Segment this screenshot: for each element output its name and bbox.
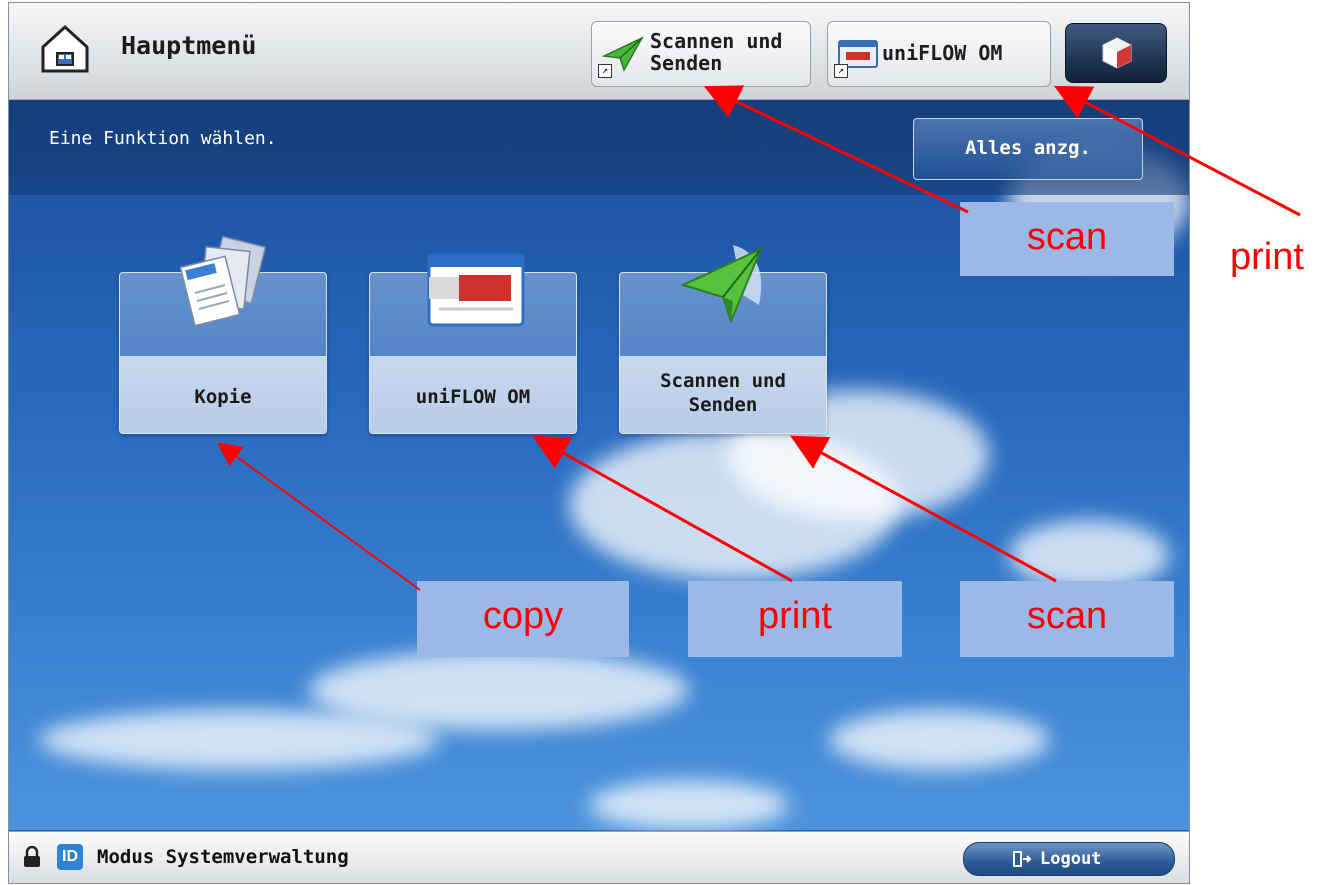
- show-all-label: Alles anzg.: [965, 137, 1091, 159]
- lock-icon: [24, 846, 40, 867]
- tile-uniflow-label: uniFLOW OM: [415, 386, 531, 408]
- annotation-scan-top-text: scan: [1026, 216, 1108, 258]
- cloud: [829, 710, 1049, 770]
- header-bar: Hauptmenü ↗ Scannen und Senden ↗ uniFLOW…: [9, 3, 1189, 100]
- show-all-button[interactable]: Alles anzg.: [913, 118, 1143, 180]
- annotation-copy: copy: [417, 581, 629, 657]
- tile-copy[interactable]: Kopie: [119, 235, 327, 434]
- settings-cube-icon: [1102, 37, 1132, 69]
- shortcut-uniflow-button[interactable]: ↗ uniFLOW OM: [827, 21, 1051, 87]
- cloud: [309, 650, 689, 730]
- page-title: Hauptmenü: [121, 31, 257, 60]
- cloud: [589, 780, 789, 830]
- annotation-scan-tile-text: scan: [1026, 595, 1108, 637]
- system-settings-button[interactable]: [1065, 23, 1167, 83]
- paper-plane-icon: [680, 245, 763, 324]
- cloud: [1009, 520, 1169, 590]
- shortcut-arrow-icon: ↗: [834, 64, 848, 78]
- logout-button[interactable]: Logout: [963, 842, 1175, 876]
- shortcut-scan-send-label: Scannen und Senden: [650, 29, 783, 75]
- uniflow-icon: [427, 253, 525, 327]
- annotation-scan-tile: scan: [960, 581, 1174, 657]
- home-icon[interactable]: [37, 21, 93, 77]
- copy-documents-icon: [179, 235, 267, 327]
- device-screen: Hauptmenü ↗ Scannen und Senden ↗ uniFLOW…: [8, 2, 1190, 884]
- logout-door-icon: [1013, 851, 1032, 867]
- mode-status-text: Modus Systemverwaltung: [97, 846, 349, 868]
- footer-bar: ID Modus Systemverwaltung Logout: [9, 831, 1189, 883]
- annotation-print-tile-text: print: [758, 595, 832, 637]
- annotation-scan-top: scan: [960, 202, 1174, 276]
- id-badge-icon: ID: [57, 844, 83, 870]
- shortcut-arrow-icon: ↗: [598, 64, 612, 78]
- instruction-band: Eine Funktion wählen. Alles anzg.: [9, 100, 1189, 195]
- instruction-text: Eine Funktion wählen.: [49, 128, 277, 149]
- tile-scan-send[interactable]: Scannen und Senden: [619, 245, 827, 434]
- logout-label: Logout: [1040, 849, 1102, 869]
- tile-copy-label: Kopie: [194, 386, 252, 408]
- shortcut-scan-send-button[interactable]: ↗ Scannen und Senden: [591, 21, 811, 87]
- tile-scan-send-label: Scannen und Senden: [660, 370, 786, 416]
- annotation-print-tile: print: [688, 581, 902, 657]
- annotation-copy-text: copy: [482, 595, 564, 637]
- tile-uniflow[interactable]: uniFLOW OM: [369, 253, 577, 434]
- annotation-print-side: print: [1230, 236, 1304, 278]
- shortcut-uniflow-label: uniFLOW OM: [882, 41, 1003, 65]
